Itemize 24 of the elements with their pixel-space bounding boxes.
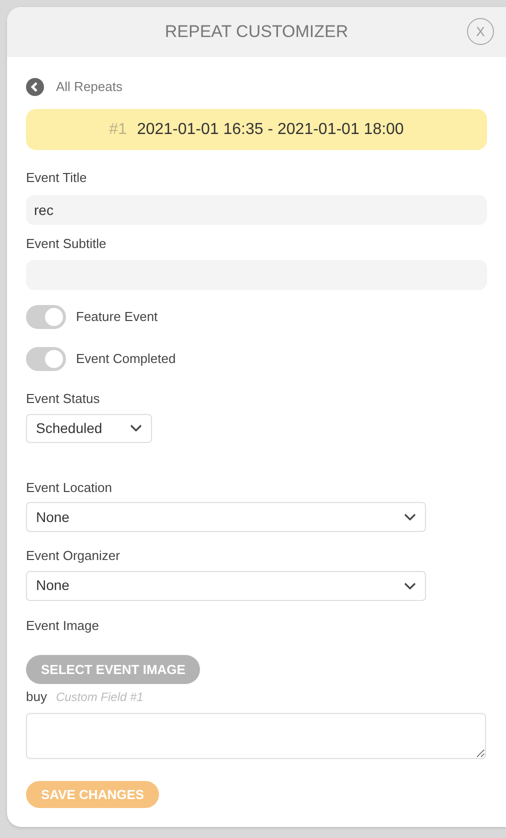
field-label: Event Image: [26, 616, 100, 635]
chevron-down-icon: [404, 513, 416, 521]
text-field[interactable]: rec: [26, 194, 487, 224]
field-label: Event Location: [26, 478, 114, 496]
occurrence-number: #1: [109, 120, 127, 140]
toggle-switch[interactable]: [26, 305, 66, 329]
field-label: Event Title: [26, 169, 88, 187]
custom-field-textarea[interactable]: [26, 713, 486, 759]
custom-field-hint: Custom Field #1: [56, 689, 144, 706]
custom-field-label: buy: [26, 688, 47, 706]
back-link[interactable]: All Repeats: [26, 79, 487, 95]
occurrence-range: 2021-01-01 16:35 - 2021-01-01 18:00: [136, 120, 404, 140]
chevron-down-icon: [130, 424, 142, 432]
toggle-label: Feature Event: [76, 308, 158, 326]
dropdown-select[interactable]: None: [26, 502, 426, 532]
field-label: Event Organizer: [26, 547, 121, 565]
field-label: Event Subtitle: [26, 234, 108, 252]
dropdown-select[interactable]: None: [26, 570, 426, 600]
chevron-down-icon: [404, 582, 416, 590]
status-select[interactable]: Scheduled: [26, 414, 152, 442]
toggle-label: Event Completed: [76, 350, 176, 368]
field-label: Event Status: [26, 390, 101, 408]
toggle-switch[interactable]: [26, 347, 66, 371]
window-title: REPEAT CUSTOMIZER: [164, 21, 348, 44]
